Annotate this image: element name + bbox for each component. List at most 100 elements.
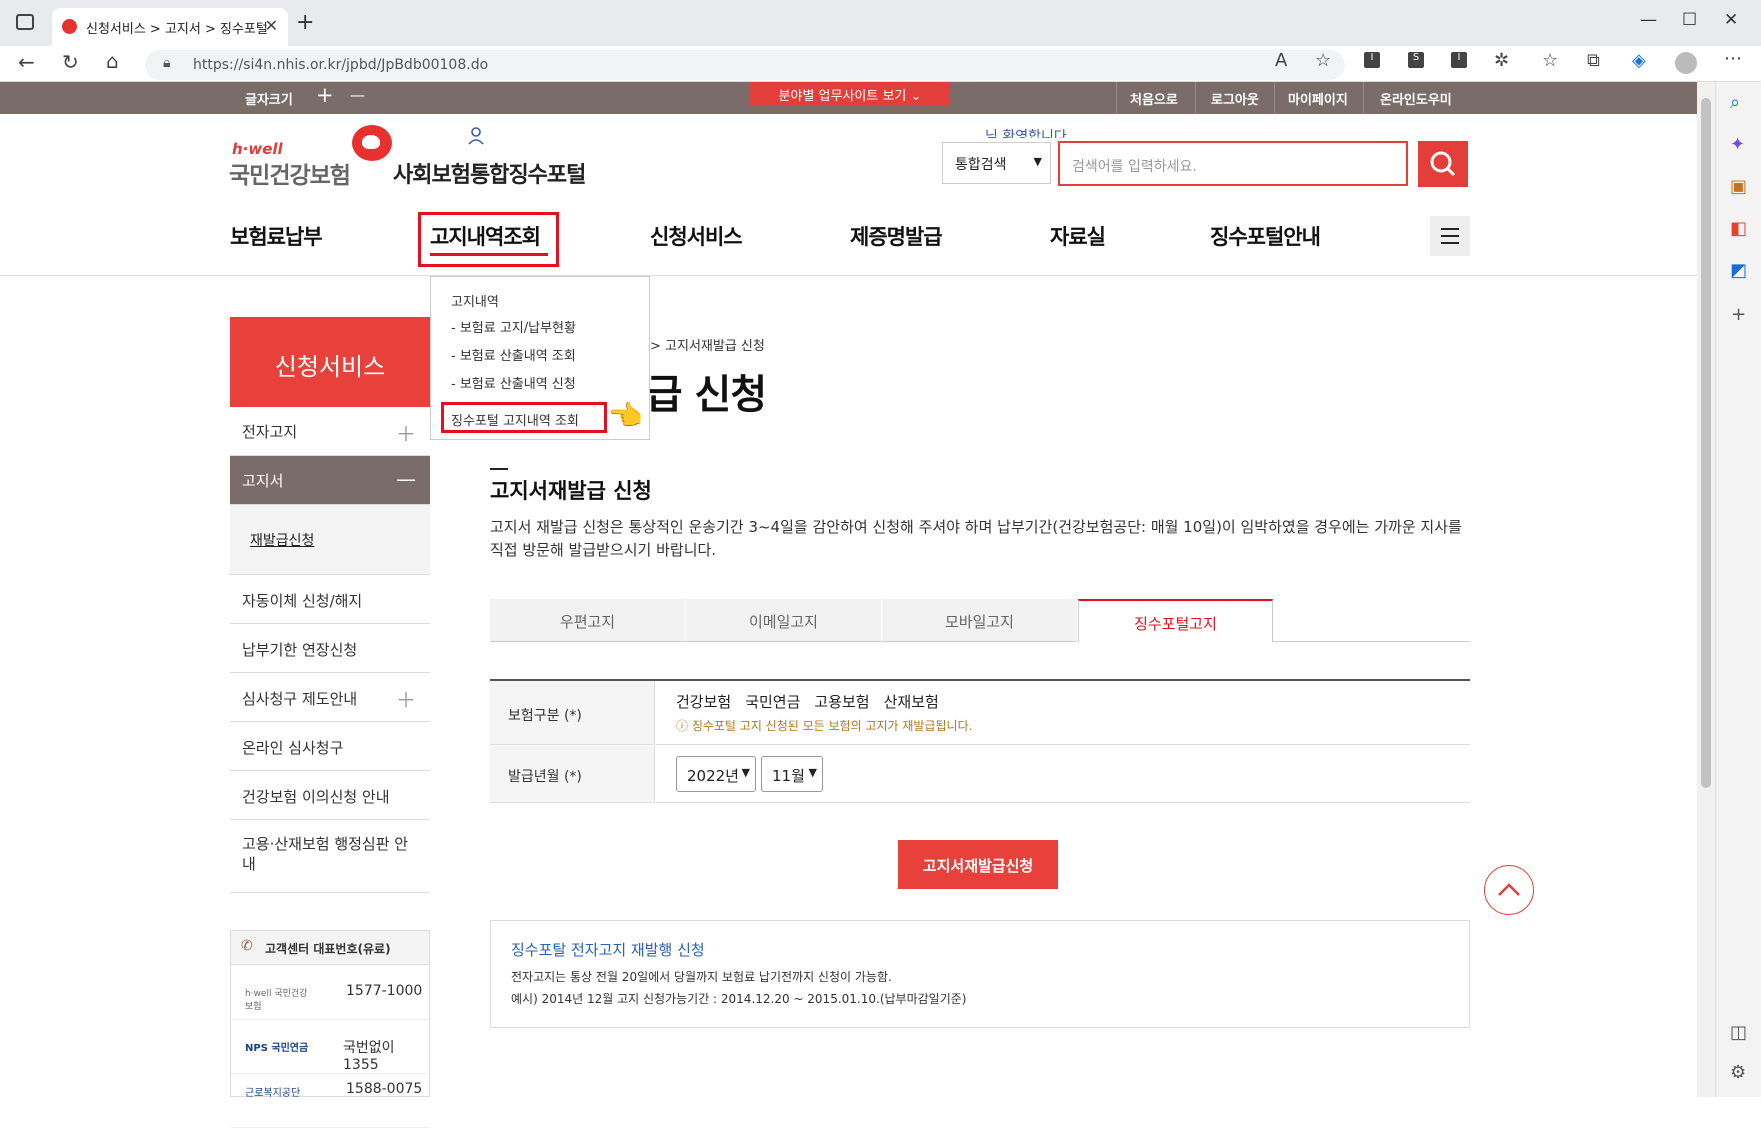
extension-2-icon[interactable]: I xyxy=(1451,52,1467,68)
lnb-item-extension[interactable]: 납부기한 연장신청 xyxy=(230,624,430,673)
gnb-certificate[interactable]: 제증명발급 xyxy=(850,221,943,251)
minimize-icon[interactable]: — xyxy=(1640,10,1657,30)
extension-1-icon[interactable]: I xyxy=(1364,52,1380,68)
lnb-item-online-review[interactable]: 온라인 심사청구 xyxy=(230,722,430,771)
dropdown-item-calc-inquiry[interactable]: - 보험료 산출내역 조회 xyxy=(451,345,576,364)
search-type-select[interactable]: 통합검색 ▼ xyxy=(942,142,1051,184)
font-decrease-button[interactable]: — xyxy=(350,86,365,104)
chevron-down-icon: ⌄ xyxy=(910,89,922,104)
mypage-link[interactable]: 마이페이지 xyxy=(1288,89,1348,108)
sidebar-toggle-icon[interactable]: ◫ xyxy=(1730,1022,1747,1043)
breadcrumb: > 고지서재발급 신청 xyxy=(650,339,765,354)
edge-sidebar: ⌕ ✦ ▣ ◧ ◩ + ◫ ⚙ xyxy=(1715,82,1761,1097)
lnb-sub-reissue[interactable]: 재발급신청 xyxy=(250,530,314,550)
gnb-portal-guide[interactable]: 징수포털안내 xyxy=(1210,221,1321,251)
lnb-item-notice[interactable]: 고지서 — xyxy=(230,456,430,505)
divider xyxy=(0,275,1697,276)
nhis-logo[interactable]: 국민건강보험 xyxy=(229,156,351,190)
scroll-to-top-button[interactable] xyxy=(1484,865,1534,915)
gnb-active-underline xyxy=(430,253,548,256)
person-icon[interactable] xyxy=(468,127,484,145)
settings-gear-icon[interactable]: ⚙ xyxy=(1730,1062,1746,1083)
read-aloud-icon[interactable]: A xyxy=(1275,50,1287,71)
reissue-submit-button[interactable]: 고지서재발급신청 xyxy=(898,840,1058,889)
divider xyxy=(1363,82,1364,114)
refresh-icon[interactable]: ↻ xyxy=(62,50,79,74)
outlook-icon[interactable]: ◩ xyxy=(1730,260,1747,281)
lnb-item-e-notice[interactable]: 전자고지 ＋ xyxy=(230,407,430,456)
chevron-down-icon: ▼ xyxy=(1033,155,1042,168)
divider xyxy=(1116,82,1117,114)
url-input[interactable]: 🔒︎ https://si4n.nhis.or.kr/jpbd/JpBdb001… xyxy=(145,50,1345,80)
gnb-application[interactable]: 신청서비스 xyxy=(650,221,743,251)
portal-name[interactable]: 사회보험통합징수포털 xyxy=(393,157,586,189)
tab-portal[interactable]: 징수포털고지 xyxy=(1078,599,1273,642)
copilot-icon[interactable]: ✦ xyxy=(1730,134,1745,155)
search-type-value: 통합검색 xyxy=(955,157,1007,173)
tab-email[interactable]: 이메일고지 xyxy=(686,599,881,642)
font-increase-button[interactable]: + xyxy=(316,83,334,107)
close-window-icon[interactable]: ✕ xyxy=(1724,10,1738,30)
close-tab-icon[interactable]: ✕ xyxy=(265,16,278,35)
cs-phone: 1577-1000 xyxy=(346,983,423,999)
browser-essentials-icon[interactable]: ◈ xyxy=(1632,50,1646,71)
gnb-payment[interactable]: 보험료납부 xyxy=(230,221,323,251)
menu-icon[interactable] xyxy=(1430,216,1470,256)
logout-link[interactable]: 로그아웃 xyxy=(1211,89,1259,108)
favorite-add-icon[interactable]: ☆ xyxy=(1315,50,1331,71)
dropdown-highlight-box xyxy=(441,402,607,433)
maximize-icon[interactable]: ☐ xyxy=(1682,10,1697,30)
search-sidebar-icon[interactable]: ⌕ xyxy=(1730,92,1740,113)
lnb-item-review-guide[interactable]: 심사청구 제도안내 ＋ xyxy=(230,673,430,722)
divider xyxy=(1273,641,1470,642)
dropdown-item-notice-status[interactable]: - 보험료 고지/납부현황 xyxy=(451,317,576,336)
month-select[interactable]: 11월 ▼ xyxy=(761,756,823,792)
back-icon[interactable]: ← xyxy=(18,50,35,74)
page-scrollbar[interactable] xyxy=(1697,82,1715,1097)
lnb-item-autopay[interactable]: 자동이체 신청/해지 xyxy=(230,575,430,624)
search-button[interactable] xyxy=(1418,141,1468,187)
add-sidebar-icon[interactable]: + xyxy=(1731,304,1746,325)
tab-mobile[interactable]: 모바일고지 xyxy=(882,599,1077,642)
online-help-link[interactable]: 온라인도우미 xyxy=(1380,89,1452,108)
more-menu-icon[interactable]: ⋯ xyxy=(1724,48,1742,69)
gnb-library[interactable]: 자료실 xyxy=(1050,221,1106,251)
divider xyxy=(1274,82,1275,114)
lnb-submenu: 재발급신청 xyxy=(230,505,430,575)
year-value: 2022년 xyxy=(687,767,739,785)
dropdown-item-calc-request[interactable]: - 보험료 산출내역 신청 xyxy=(451,373,576,392)
info-title[interactable]: 징수포탈 전자고지 재발행 신청 xyxy=(511,939,1469,960)
extension-s-icon[interactable]: S xyxy=(1408,52,1424,68)
extensions-icon[interactable]: ✲ xyxy=(1494,50,1509,71)
scrollbar-thumb[interactable] xyxy=(1701,98,1711,788)
chevron-down-icon: ▼ xyxy=(741,766,750,779)
info-line: 전자고지는 통상 전월 20일에서 당월까지 보험료 납기전까지 신청이 가능함… xyxy=(511,970,892,984)
profile-avatar[interactable] xyxy=(1675,52,1697,74)
url-text: https://si4n.nhis.or.kr/jpbd/JpBdb00108.… xyxy=(193,57,489,73)
tab-postal[interactable]: 우편고지 xyxy=(490,599,685,642)
office-icon[interactable]: ◧ xyxy=(1730,218,1747,239)
welcome-text: 님 환영합니다 xyxy=(985,129,1067,138)
divider xyxy=(490,468,508,470)
home-icon[interactable]: ⌂ xyxy=(106,49,119,73)
lnb-item-objection[interactable]: 건강보험 이의신청 안내 xyxy=(230,771,430,820)
collections-icon[interactable]: ⧉ xyxy=(1587,50,1600,71)
search-icon xyxy=(1430,151,1456,177)
new-tab-icon[interactable]: + xyxy=(296,10,314,35)
info-line: 예시) 2014년 12월 고지 신청가능기간 : 2014.12.20 ~ 2… xyxy=(511,992,967,1006)
favorites-icon[interactable]: ☆ xyxy=(1542,50,1558,71)
tab-actions-icon[interactable] xyxy=(16,14,34,30)
chevron-up-icon xyxy=(1498,883,1520,896)
home-link[interactable]: 처음으로 xyxy=(1130,89,1178,108)
field-sites-label: 분야별 업무사이트 보기 xyxy=(778,89,907,104)
lnb-item-admin-appeal[interactable]: 고용·산재보험 행정심판 안내 xyxy=(230,820,430,893)
year-select[interactable]: 2022년 ▼ xyxy=(676,756,756,792)
search-input[interactable]: 검색어를 입력하세요. xyxy=(1058,141,1408,186)
description: 고지서 재발급 신청은 통상적인 운송기간 3~4일을 감안하여 신청해 주셔야… xyxy=(490,518,1462,559)
shopping-icon[interactable]: ▣ xyxy=(1730,176,1747,197)
issue-date-values: 2022년 ▼ 11월 ▼ xyxy=(656,746,1470,803)
insurance-health: 건강보험 xyxy=(676,693,732,711)
browser-tab[interactable]: 신청서비스 > 고지서 > 징수포털 ✕ xyxy=(52,8,288,46)
customer-center-label: 고객센터 대표번호(유료) xyxy=(265,942,391,956)
field-sites-button[interactable]: 분야별 업무사이트 보기 ⌄ xyxy=(750,82,950,106)
